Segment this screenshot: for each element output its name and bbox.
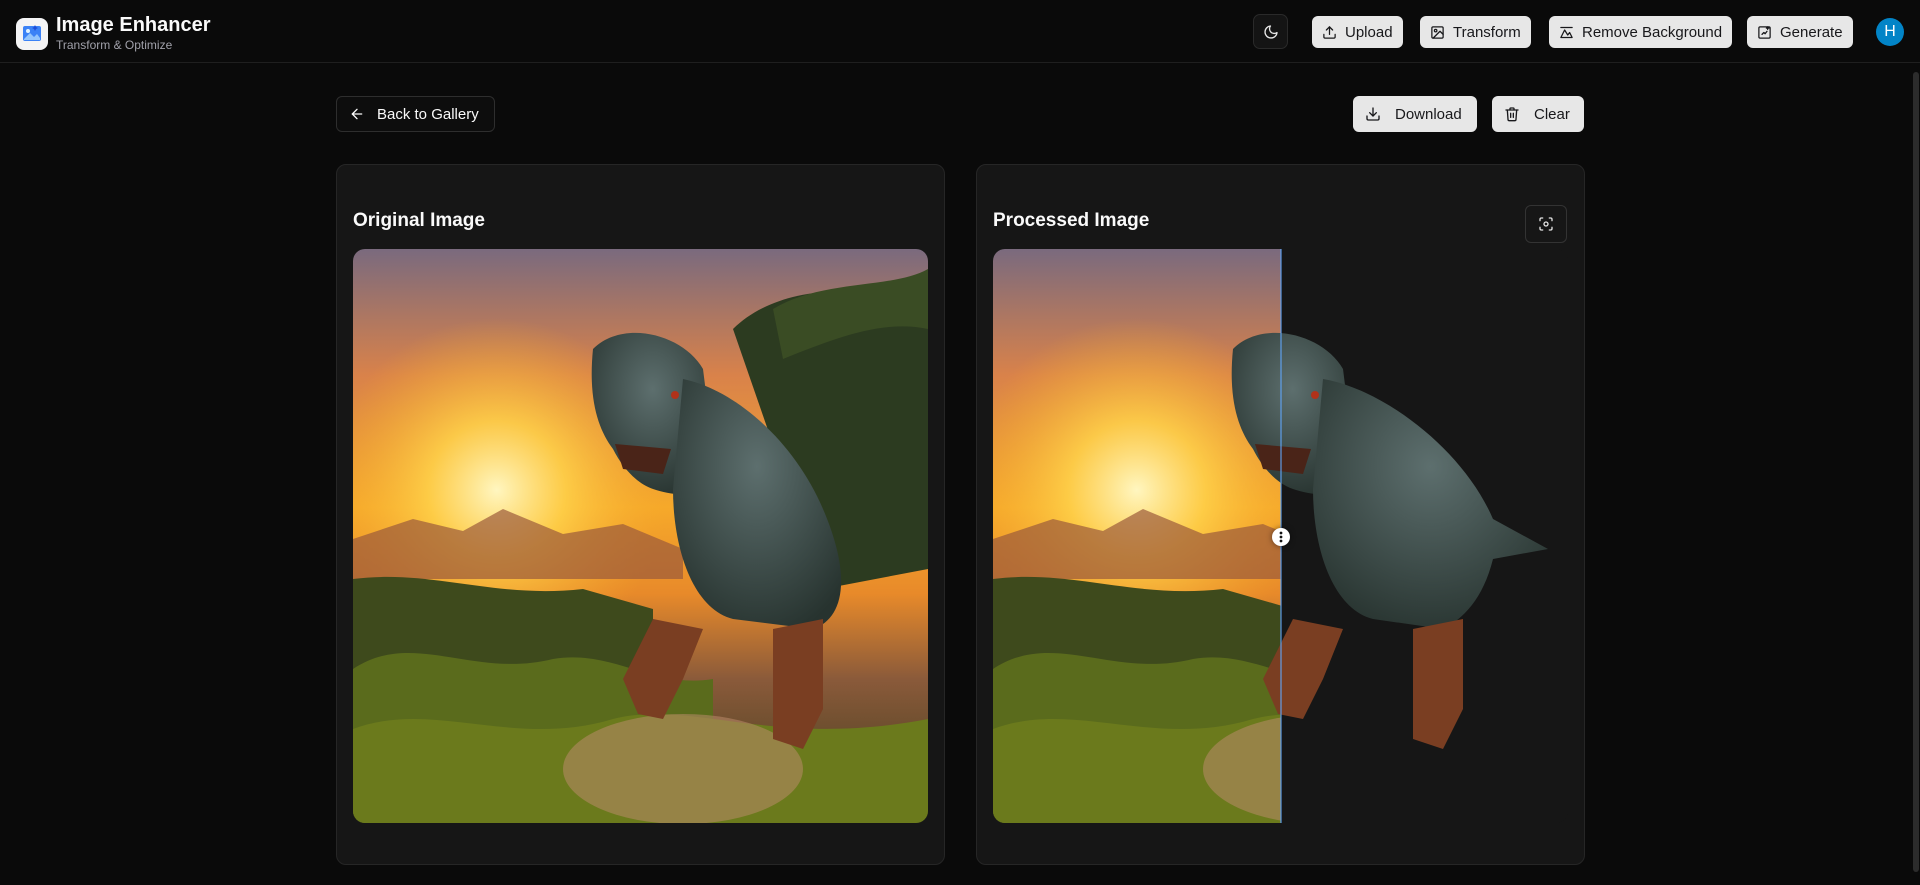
scan-focus-icon	[1539, 217, 1553, 231]
remove-background-label: Remove Background	[1582, 23, 1723, 41]
app-title: Image Enhancer	[56, 14, 211, 36]
generate-button[interactable]: Generate	[1747, 16, 1853, 48]
processed-image-card: Processed Image	[976, 164, 1585, 865]
upload-button[interactable]: Upload	[1312, 16, 1403, 48]
drag-handle-icon	[1279, 531, 1283, 543]
generate-icon	[1758, 25, 1771, 39]
original-image	[353, 249, 928, 823]
clear-button[interactable]: Clear	[1492, 96, 1584, 132]
app-logo-icon	[16, 17, 48, 50]
original-image-card: Original Image	[336, 164, 945, 865]
clear-label: Clear	[1534, 105, 1570, 123]
remove-background-button[interactable]: Remove Background	[1549, 16, 1733, 48]
generate-label: Generate	[1780, 23, 1843, 41]
upload-label: Upload	[1345, 23, 1393, 41]
download-label: Download	[1395, 105, 1462, 123]
trash-icon	[1505, 107, 1519, 122]
theme-toggle-button[interactable]	[1253, 14, 1288, 49]
app-subtitle: Transform & Optimize	[56, 38, 173, 52]
back-to-gallery-label: Back to Gallery	[377, 105, 479, 123]
user-avatar[interactable]: H	[1876, 18, 1904, 46]
transform-icon	[1431, 25, 1444, 39]
original-image-title: Original Image	[353, 210, 485, 231]
comparison-view[interactable]	[993, 249, 1568, 823]
fullscreen-button[interactable]	[1525, 205, 1567, 243]
moon-icon	[1263, 24, 1278, 39]
processed-image-title: Processed Image	[993, 210, 1150, 231]
top-bar: Image Enhancer Transform & Optimize Uplo…	[0, 0, 1920, 63]
download-button[interactable]: Download	[1353, 96, 1477, 132]
transform-button[interactable]: Transform	[1420, 16, 1531, 48]
brand[interactable]: Image Enhancer Transform & Optimize	[16, 14, 211, 53]
upload-icon	[1323, 25, 1336, 39]
comparison-slider-handle[interactable]	[1272, 528, 1290, 546]
arrow-left-icon	[351, 108, 363, 120]
download-icon	[1366, 107, 1380, 121]
back-to-gallery-button[interactable]: Back to Gallery	[336, 96, 495, 132]
transform-label: Transform	[1453, 23, 1521, 41]
remove-background-icon	[1560, 26, 1573, 38]
scrollbar-thumb[interactable]	[1913, 72, 1919, 872]
